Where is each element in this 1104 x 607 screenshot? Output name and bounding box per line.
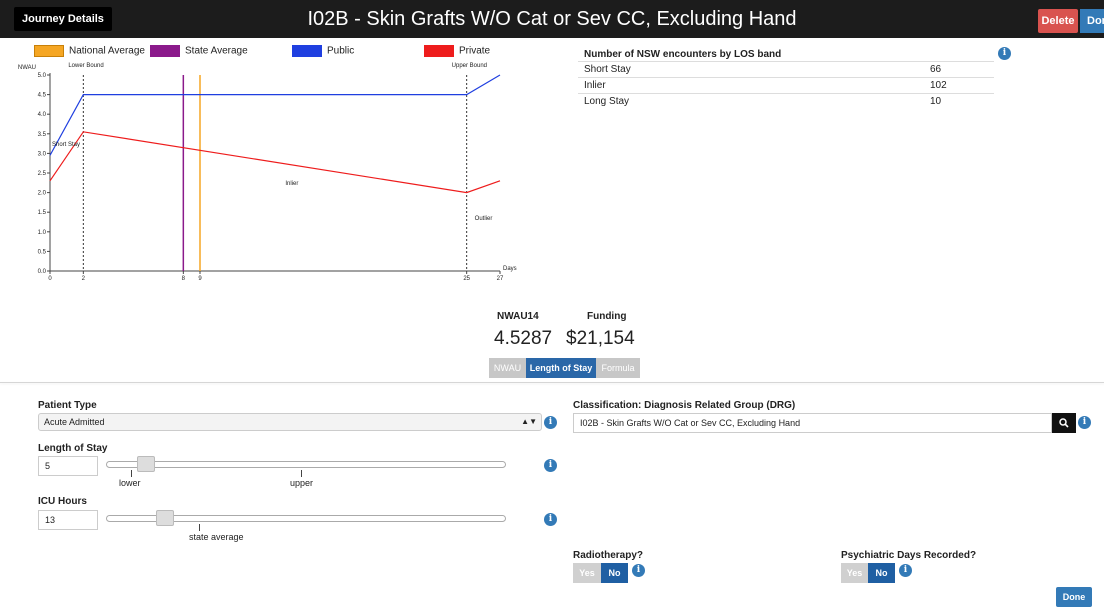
slider-tick-label-upper: upper	[290, 478, 314, 488]
done-button-top[interactable]: Done	[1080, 9, 1104, 33]
y-tick-label: 5.0	[38, 73, 47, 79]
page-title: I02B - Skin Grafts W/O Cat or Sev CC, Ex…	[307, 8, 797, 30]
table-row: Inlier 102	[578, 77, 994, 94]
psychiatric-yes-button[interactable]: Yes	[841, 563, 868, 583]
psychiatric-info-icon[interactable]: i	[899, 564, 912, 577]
done-button-bottom[interactable]: Done	[1056, 587, 1092, 607]
annotation-lower-bound: Lower Bound	[68, 63, 103, 69]
drg-input[interactable]: I02B - Skin Grafts W/O Cat or Sev CC, Ex…	[573, 413, 1052, 433]
row-label: Long Stay	[578, 93, 924, 110]
row-label: Short Stay	[578, 61, 924, 78]
legend-label: Public	[327, 45, 355, 57]
slider-tick-label-state-average: state average	[189, 532, 244, 542]
y-tick-label: 0.5	[38, 249, 47, 255]
legend-national-average: National Average	[34, 45, 145, 59]
legend-swatch	[424, 45, 454, 57]
slider-tick-state-average	[199, 524, 200, 531]
tab-nwau[interactable]: NWAU	[489, 358, 526, 378]
select-arrows-icon: ▲▼	[521, 417, 537, 426]
psychiatric-days-label: Psychiatric Days Recorded?	[841, 550, 977, 561]
legend-label: Private	[459, 45, 491, 57]
encounters-table: Short Stay 66 Inlier 102 Long Stay 10	[578, 61, 994, 110]
y-tick-label: 3.0	[38, 151, 47, 157]
y-tick-label: 1.0	[38, 230, 47, 236]
x-tick-label: 8	[182, 276, 186, 282]
x-tick-label: 27	[497, 276, 504, 282]
y-tick-label: 2.0	[38, 191, 47, 197]
slider-tick-upper	[301, 470, 302, 477]
y-tick-label: 0.0	[38, 269, 47, 275]
los-nwau-chart: 0.0 0.5 1.0 1.5 2.0 2.5 3.0 3.5 4.0 4.5 5.0 0 2 8 9 25 2…	[18, 63, 517, 282]
legend-swatch	[150, 45, 180, 57]
legend-state-average: State Average	[150, 45, 248, 59]
x-tick-label: 9	[198, 276, 202, 282]
x-axis-label: Days	[503, 266, 517, 272]
row-value: 102	[924, 77, 994, 94]
legend-swatch	[34, 45, 64, 57]
length-of-stay-input[interactable]: 5	[38, 456, 98, 476]
legend-label: National Average	[69, 45, 145, 57]
encounters-info-icon[interactable]: i	[998, 47, 1011, 60]
length-of-stay-info-icon[interactable]: i	[544, 459, 557, 472]
radiotherapy-info-icon[interactable]: i	[632, 564, 645, 577]
length-of-stay-slider[interactable]	[106, 461, 506, 468]
legend-private: Private	[424, 45, 490, 59]
patient-type-label: Patient Type	[38, 400, 97, 411]
annotation-upper-bound: Upper Bound	[452, 63, 487, 69]
icu-hours-label: ICU Hours	[38, 496, 87, 507]
series-line-private	[49, 131, 501, 194]
nwau-value: 4.5287	[494, 328, 553, 349]
legend-label: State Average	[185, 45, 248, 57]
series-line-public	[49, 74, 501, 156]
length-of-stay-slider-handle[interactable]	[136, 456, 155, 472]
icu-hours-slider-handle[interactable]	[155, 510, 174, 526]
radiotherapy-yes-button[interactable]: Yes	[573, 563, 601, 583]
y-tick-label: 4.5	[38, 93, 47, 99]
y-tick-label: 4.0	[38, 112, 47, 118]
slider-tick-lower	[131, 470, 132, 477]
patient-type-value: Acute Admitted	[44, 417, 105, 427]
annotation-outlier: Outlier	[475, 216, 493, 222]
y-axis-label: NWAU	[18, 65, 36, 71]
drg-search-button[interactable]	[1052, 413, 1076, 433]
top-bar: Journey Details I02B - Skin Grafts W/O C…	[0, 0, 1104, 38]
tab-formula[interactable]: Formula	[596, 358, 640, 378]
x-tick-label: 25	[463, 276, 470, 282]
table-row: Short Stay 66	[578, 61, 994, 78]
delete-button[interactable]: Delete	[1038, 9, 1078, 33]
patient-type-info-icon[interactable]: i	[544, 416, 557, 429]
funding-value: $21,154	[566, 328, 635, 349]
icu-hours-input[interactable]: 13	[38, 510, 98, 530]
row-value: 10	[924, 93, 994, 110]
nwau-label: NWAU14	[497, 311, 539, 322]
x-tick-label: 0	[48, 276, 52, 282]
radiotherapy-label: Radiotherapy?	[573, 550, 644, 561]
drg-info-icon[interactable]: i	[1078, 416, 1091, 429]
row-label: Inlier	[578, 77, 924, 94]
x-tick-label: 2	[82, 276, 86, 282]
y-tick-label: 3.5	[38, 132, 47, 138]
encounters-title: Number of NSW encounters by LOS band	[584, 49, 782, 60]
slider-tick-label-lower: lower	[119, 478, 141, 488]
y-tick-label: 1.5	[38, 210, 47, 216]
tab-length-of-stay[interactable]: Length of Stay	[526, 358, 596, 378]
icu-hours-info-icon[interactable]: i	[544, 513, 557, 526]
funding-label: Funding	[587, 311, 627, 322]
annotation-short-stay: Short Stay	[52, 142, 80, 148]
search-icon	[1059, 418, 1069, 428]
legend-public: Public	[292, 45, 354, 59]
patient-type-select[interactable]: Acute Admitted ▲▼	[38, 413, 542, 431]
section-divider	[0, 382, 1104, 383]
psychiatric-no-button[interactable]: No	[868, 563, 895, 583]
annotation-inlier: Inlier	[285, 181, 298, 187]
drg-label: Classification: Diagnosis Related Group …	[573, 400, 796, 411]
row-value: 66	[924, 61, 994, 78]
table-row: Long Stay 10	[578, 93, 994, 110]
y-tick-label: 2.5	[38, 171, 47, 177]
legend-swatch	[292, 45, 322, 57]
radiotherapy-no-button[interactable]: No	[601, 563, 628, 583]
length-of-stay-label: Length of Stay	[38, 443, 108, 454]
